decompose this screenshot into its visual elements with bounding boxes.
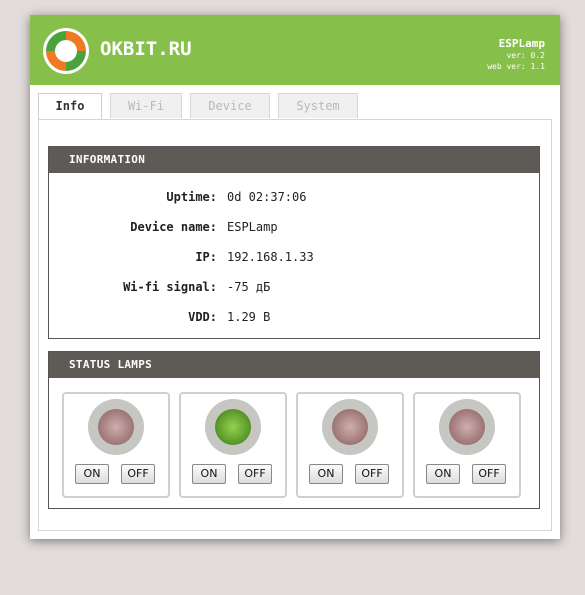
info-label: IP:	[195, 250, 217, 264]
lamp-bulb	[449, 409, 485, 445]
lamp-icon	[322, 399, 378, 455]
lamp-bulb	[332, 409, 368, 445]
app-info: ESPLamp ver: 0.2 web ver: 1.1	[487, 37, 545, 72]
info-row-wifi-signal: Wi-fi signal: -75 дБ	[49, 277, 539, 297]
lamp-card-4: ON OFF	[413, 392, 521, 498]
lamp-bulb	[215, 409, 251, 445]
info-value: -75 дБ	[227, 280, 271, 294]
tab-bar: Info Wi-Fi Device System	[38, 93, 552, 120]
header-bar: OKBIT.RU ESPLamp ver: 0.2 web ver: 1.1	[30, 15, 560, 85]
info-label: Device name:	[130, 220, 217, 234]
lamp-3-off-button[interactable]: OFF	[355, 464, 389, 484]
web-version: web ver: 1.1	[487, 62, 545, 71]
info-label: VDD:	[188, 310, 217, 324]
firmware-version: ver: 0.2	[506, 51, 545, 60]
lamp-1-on-button[interactable]: ON	[75, 464, 109, 484]
info-value: 192.168.1.33	[227, 250, 314, 264]
info-row-uptime: Uptime: 0d 02:37:06	[49, 187, 539, 207]
tab-system[interactable]: System	[278, 93, 358, 118]
info-label: Wi-fi signal:	[123, 280, 217, 294]
lamp-card-2: ON OFF	[179, 392, 287, 498]
info-value: 0d 02:37:06	[227, 190, 307, 204]
lamp-2-off-button[interactable]: OFF	[238, 464, 272, 484]
info-value: 1.29 В	[227, 310, 271, 324]
lamp-icon	[88, 399, 144, 455]
information-panel: INFORMATION Uptime: 0d 02:37:06 Device n…	[48, 146, 540, 339]
brand-name: OKBIT.RU	[100, 38, 192, 60]
info-label: Uptime:	[166, 190, 217, 204]
status-lamps-panel: STATUS LAMPS ON OFF ON OFF ON OFF ON OFF	[48, 351, 540, 509]
lamp-4-off-button[interactable]: OFF	[472, 464, 506, 484]
tab-content: INFORMATION Uptime: 0d 02:37:06 Device n…	[38, 119, 552, 531]
info-row-device-name: Device name: ESPLamp	[49, 217, 539, 237]
tab-info[interactable]: Info	[38, 93, 102, 120]
app-window: OKBIT.RU ESPLamp ver: 0.2 web ver: 1.1 I…	[30, 15, 560, 539]
info-row-vdd: VDD: 1.29 В	[49, 307, 539, 327]
lamp-card-3: ON OFF	[296, 392, 404, 498]
status-lamps-title: STATUS LAMPS	[49, 352, 539, 378]
information-title: INFORMATION	[49, 147, 539, 173]
lamp-2-on-button[interactable]: ON	[192, 464, 226, 484]
tab-device[interactable]: Device	[190, 93, 270, 118]
info-value: ESPLamp	[227, 220, 278, 234]
lamp-3-on-button[interactable]: ON	[309, 464, 343, 484]
lamp-icon	[205, 399, 261, 455]
lamp-card-1: ON OFF	[62, 392, 170, 498]
lamp-icon	[439, 399, 495, 455]
info-row-ip: IP: 192.168.1.33	[49, 247, 539, 267]
okbit-logo-icon	[43, 28, 89, 74]
lamp-bulb	[98, 409, 134, 445]
tab-wifi[interactable]: Wi-Fi	[110, 93, 182, 118]
app-name: ESPLamp	[498, 37, 545, 50]
lamp-4-on-button[interactable]: ON	[426, 464, 460, 484]
lamp-1-off-button[interactable]: OFF	[121, 464, 155, 484]
